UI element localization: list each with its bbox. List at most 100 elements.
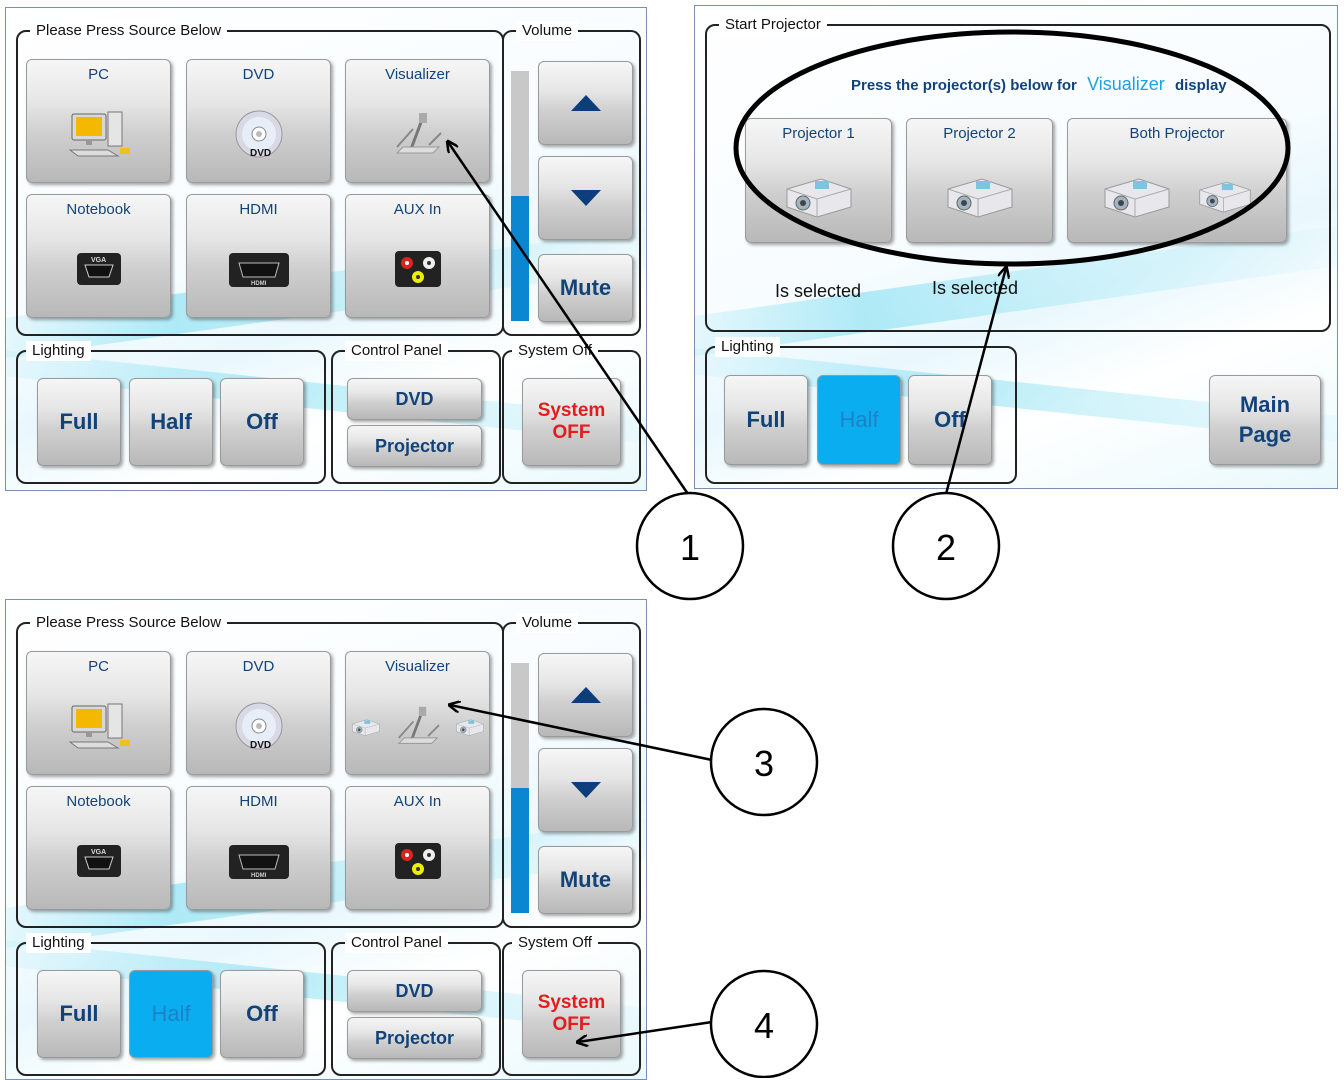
- callout-1-number: 1: [680, 527, 700, 568]
- both-projector-button[interactable]: Both Projector: [1067, 118, 1287, 243]
- projector-2-status: Is selected: [932, 278, 1019, 298]
- callout-3: 3: [709, 707, 819, 817]
- hdmi-port-icon: [228, 844, 289, 880]
- lighting-half-button[interactable]: Half: [129, 378, 213, 466]
- source-notebook-label: Notebook: [66, 793, 131, 810]
- rca-aux-icon: [394, 251, 441, 287]
- control-dvd-button[interactable]: DVD: [347, 970, 482, 1012]
- volume-level-bar: [511, 663, 529, 913]
- projector-1-status: Is selected: [775, 281, 862, 301]
- triangle-up-icon: [570, 687, 601, 703]
- lighting-off-button[interactable]: Off: [220, 378, 304, 466]
- projector-2-button[interactable]: Projector 2: [906, 118, 1053, 243]
- source-aux-in-label: AUX In: [393, 793, 442, 810]
- callout-1: 1: [635, 491, 745, 601]
- source-aux-in-button[interactable]: AUX In: [345, 786, 490, 910]
- source-pc-button[interactable]: PC: [26, 59, 171, 183]
- callout-4: 4: [709, 969, 819, 1078]
- control-panel-legend: Control Panel: [345, 933, 448, 953]
- system-off-legend: System Off: [512, 933, 598, 953]
- source-visualizer-label: Visualizer: [385, 66, 450, 83]
- projector-icon: [947, 178, 1012, 217]
- lighting-group-legend: Lighting: [26, 341, 91, 361]
- computer-icon: [69, 703, 130, 749]
- system-off-line-2: OFF: [552, 422, 591, 443]
- computer-icon: [69, 111, 130, 157]
- lighting-off-button[interactable]: Off: [908, 375, 992, 465]
- projector-icon: [786, 178, 851, 217]
- source-hdmi-button[interactable]: HDMI: [186, 786, 331, 910]
- volume-group-legend: Volume: [516, 613, 579, 633]
- projector-1-button[interactable]: Projector 1: [745, 118, 892, 243]
- source-hdmi-label: HDMI: [239, 201, 278, 218]
- triangle-down-icon: [570, 782, 601, 798]
- projector-instruction: Press the projector(s) below for Visuali…: [851, 74, 1227, 95]
- lighting-half-button[interactable]: Half: [129, 970, 213, 1058]
- lighting-half-button[interactable]: Half: [817, 375, 901, 465]
- source-visualizer-button[interactable]: Visualizer: [345, 651, 490, 775]
- vga-port-icon: [76, 844, 121, 878]
- visualizer-icon: [395, 111, 442, 155]
- lighting-full-button[interactable]: Full: [724, 375, 808, 465]
- triangle-up-icon: [570, 95, 601, 111]
- volume-up-button[interactable]: [538, 61, 633, 145]
- projector-icon: [1199, 181, 1251, 213]
- dvd-disc-icon: [235, 110, 282, 160]
- panel-3-source-screen: Please Press Source Below PC DVD Visuali…: [5, 599, 647, 1080]
- source-hdmi-label: HDMI: [239, 793, 278, 810]
- instruction-suffix: display: [1174, 77, 1227, 94]
- mute-button[interactable]: Mute: [538, 254, 633, 322]
- projector-1-label: Projector 1: [782, 125, 855, 142]
- callout-3-number: 3: [754, 743, 774, 784]
- system-off-legend: System Off: [512, 341, 598, 361]
- system-off-line-1: System: [537, 992, 606, 1013]
- vga-port-icon: [76, 252, 121, 286]
- main-page-line-1: Main: [1239, 392, 1291, 417]
- main-page-line-2: Page: [1238, 422, 1292, 447]
- source-aux-in-label: AUX In: [393, 201, 442, 218]
- volume-up-button[interactable]: [538, 653, 633, 737]
- source-visualizer-button[interactable]: Visualizer: [345, 59, 490, 183]
- panel-2-projector-screen: Start Projector Press the projector(s) b…: [694, 5, 1338, 489]
- callout-2-number: 2: [936, 527, 956, 568]
- projector-icon: [351, 719, 380, 736]
- source-pc-button[interactable]: PC: [26, 651, 171, 775]
- volume-down-button[interactable]: [538, 748, 633, 832]
- start-projector-legend: Start Projector: [719, 15, 827, 35]
- projector-icon: [455, 719, 484, 736]
- projector-icon: [1104, 178, 1170, 217]
- lighting-off-button[interactable]: Off: [220, 970, 304, 1058]
- lighting-full-button[interactable]: Full: [37, 970, 121, 1058]
- volume-level-fill: [511, 788, 529, 913]
- source-notebook-label: Notebook: [66, 201, 131, 218]
- source-notebook-button[interactable]: Notebook: [26, 786, 171, 910]
- triangle-down-icon: [570, 190, 601, 206]
- control-projector-button[interactable]: Projector: [347, 1017, 482, 1059]
- lighting-full-button[interactable]: Full: [37, 378, 121, 466]
- system-off-line-2: OFF: [552, 1014, 591, 1035]
- control-projector-button[interactable]: Projector: [347, 425, 482, 467]
- source-group-legend: Please Press Source Below: [30, 21, 228, 41]
- source-aux-in-button[interactable]: AUX In: [345, 194, 490, 318]
- system-off-button[interactable]: System OFF: [522, 378, 621, 466]
- projector-2-label: Projector 2: [943, 125, 1016, 142]
- source-dvd-button[interactable]: DVD: [186, 59, 331, 183]
- volume-group-legend: Volume: [516, 21, 579, 41]
- source-notebook-button[interactable]: Notebook: [26, 194, 171, 318]
- volume-down-button[interactable]: [538, 156, 633, 240]
- visualizer-icon: [396, 705, 440, 745]
- source-pc-label: PC: [88, 658, 109, 675]
- lighting-group-legend: Lighting: [715, 337, 780, 357]
- hdmi-port-icon: [228, 252, 289, 288]
- system-off-button[interactable]: System OFF: [522, 970, 621, 1058]
- mute-button[interactable]: Mute: [538, 846, 633, 914]
- rca-aux-icon: [394, 843, 441, 879]
- control-dvd-button[interactable]: DVD: [347, 378, 482, 420]
- source-visualizer-label: Visualizer: [385, 658, 450, 675]
- source-hdmi-button[interactable]: HDMI: [186, 194, 331, 318]
- main-page-button[interactable]: Main Page: [1209, 375, 1321, 465]
- source-dvd-button[interactable]: DVD: [186, 651, 331, 775]
- system-off-line-1: System: [537, 400, 606, 421]
- control-panel-legend: Control Panel: [345, 341, 448, 361]
- source-dvd-label: DVD: [242, 658, 275, 675]
